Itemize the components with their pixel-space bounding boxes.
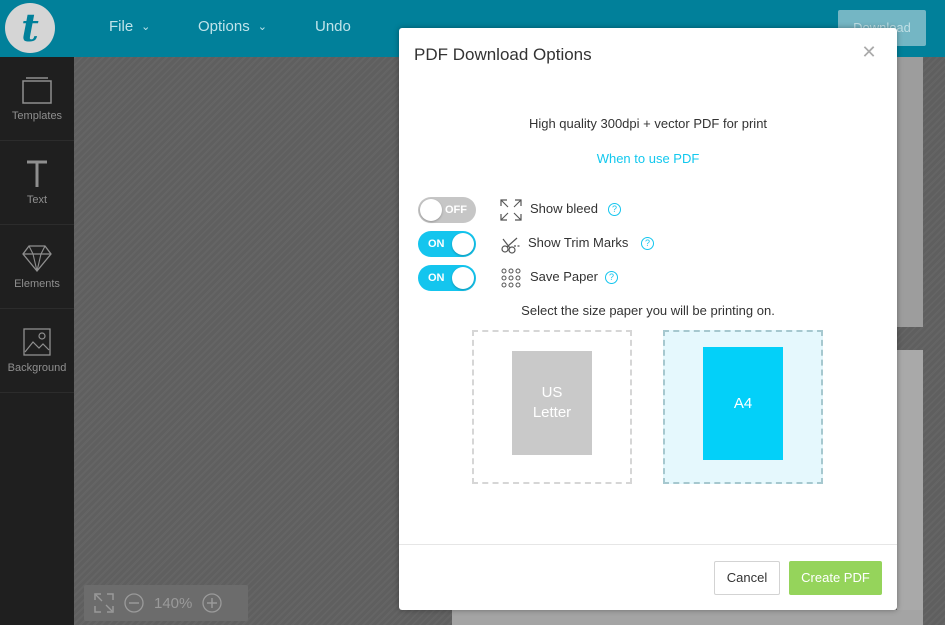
help-icon[interactable]: ? — [605, 271, 618, 284]
design-page-edge — [897, 350, 923, 625]
menu-file[interactable]: File ⌄ — [109, 18, 150, 35]
dialog-subtitle: High quality 300dpi + vector PDF for pri… — [528, 116, 768, 131]
sidebar-item-elements[interactable]: Elements — [0, 225, 74, 309]
menu-undo[interactable]: Undo — [315, 18, 351, 35]
paper-size-prompt: Select the size paper you will be printi… — [521, 303, 775, 318]
sidebar-item-label: Templates — [11, 109, 63, 122]
menu-file-label: File — [109, 18, 134, 35]
option-show-bleed: OFF Show bleed ? — [418, 197, 878, 223]
save-paper-label: Save Paper — [530, 269, 598, 284]
sidebar-item-background[interactable]: Background — [0, 309, 74, 393]
show-trim-marks-label: Show Trim Marks — [528, 235, 629, 250]
dialog-title: PDF Download Options — [414, 45, 592, 64]
toggle-state-label: OFF — [445, 204, 467, 216]
sidebar-item-label: Text — [26, 193, 48, 206]
zoom-out-icon[interactable] — [124, 593, 144, 613]
logo-letter: t — [21, 5, 39, 50]
menu-options[interactable]: Options ⌄ — [198, 18, 267, 35]
zoom-level: 140% — [154, 594, 193, 612]
sidebar-item-text[interactable]: Text — [0, 141, 74, 225]
text-icon — [27, 160, 47, 187]
templates-icon — [22, 76, 52, 104]
cancel-button[interactable]: Cancel — [714, 561, 780, 595]
sidebar-item-templates[interactable]: Templates — [0, 57, 74, 141]
design-page-edge — [897, 57, 923, 327]
scissors-icon — [501, 237, 521, 254]
option-save-paper: ON Save Paper ? — [418, 265, 878, 291]
image-icon — [23, 327, 51, 356]
design-page-edge — [452, 610, 923, 625]
a4-sheet: A4 — [703, 347, 783, 460]
zoom-in-icon[interactable] — [202, 593, 223, 613]
sidebar-item-label: Elements — [14, 277, 60, 290]
toggle-knob — [452, 233, 474, 255]
grid-dots-icon — [501, 268, 521, 288]
fit-screen-icon[interactable] — [94, 593, 114, 613]
paper-option-us-letter[interactable]: US Letter — [472, 330, 632, 484]
pdf-download-dialog: PDF Download Options ✕ High quality 300d… — [399, 28, 897, 610]
create-pdf-button[interactable]: Create PDF — [789, 561, 882, 595]
menu-options-label: Options — [198, 18, 250, 35]
app-logo[interactable]: t — [5, 3, 55, 53]
menu-undo-label: Undo — [315, 18, 351, 35]
paper-option-a4[interactable]: A4 — [663, 330, 823, 484]
help-icon[interactable]: ? — [608, 203, 621, 216]
toggle-state-label: ON — [428, 238, 445, 250]
show-trim-marks-toggle[interactable]: ON — [418, 231, 476, 257]
when-to-use-pdf-link[interactable]: When to use PDF — [399, 151, 897, 166]
help-icon[interactable]: ? — [641, 237, 654, 250]
sidebar-item-label: Background — [7, 361, 67, 374]
us-letter-sheet: US Letter — [512, 351, 592, 455]
dialog-footer-divider — [399, 544, 897, 545]
expand-icon — [500, 199, 522, 221]
toggle-state-label: ON — [428, 272, 445, 284]
toggle-knob — [452, 267, 474, 289]
close-icon[interactable]: ✕ — [861, 43, 877, 61]
show-bleed-toggle[interactable]: OFF — [418, 197, 476, 223]
chevron-down-icon: ⌄ — [257, 21, 267, 33]
option-show-trim-marks: ON Show Trim Marks ? — [418, 231, 878, 257]
chevron-down-icon: ⌄ — [141, 21, 151, 33]
toggle-knob — [420, 199, 442, 221]
show-bleed-label: Show bleed — [530, 201, 598, 216]
sidebar: Templates Text Elements Background — [0, 57, 74, 625]
diamond-icon — [22, 244, 52, 272]
save-paper-toggle[interactable]: ON — [418, 265, 476, 291]
zoom-toolbar: 140% — [84, 585, 248, 621]
